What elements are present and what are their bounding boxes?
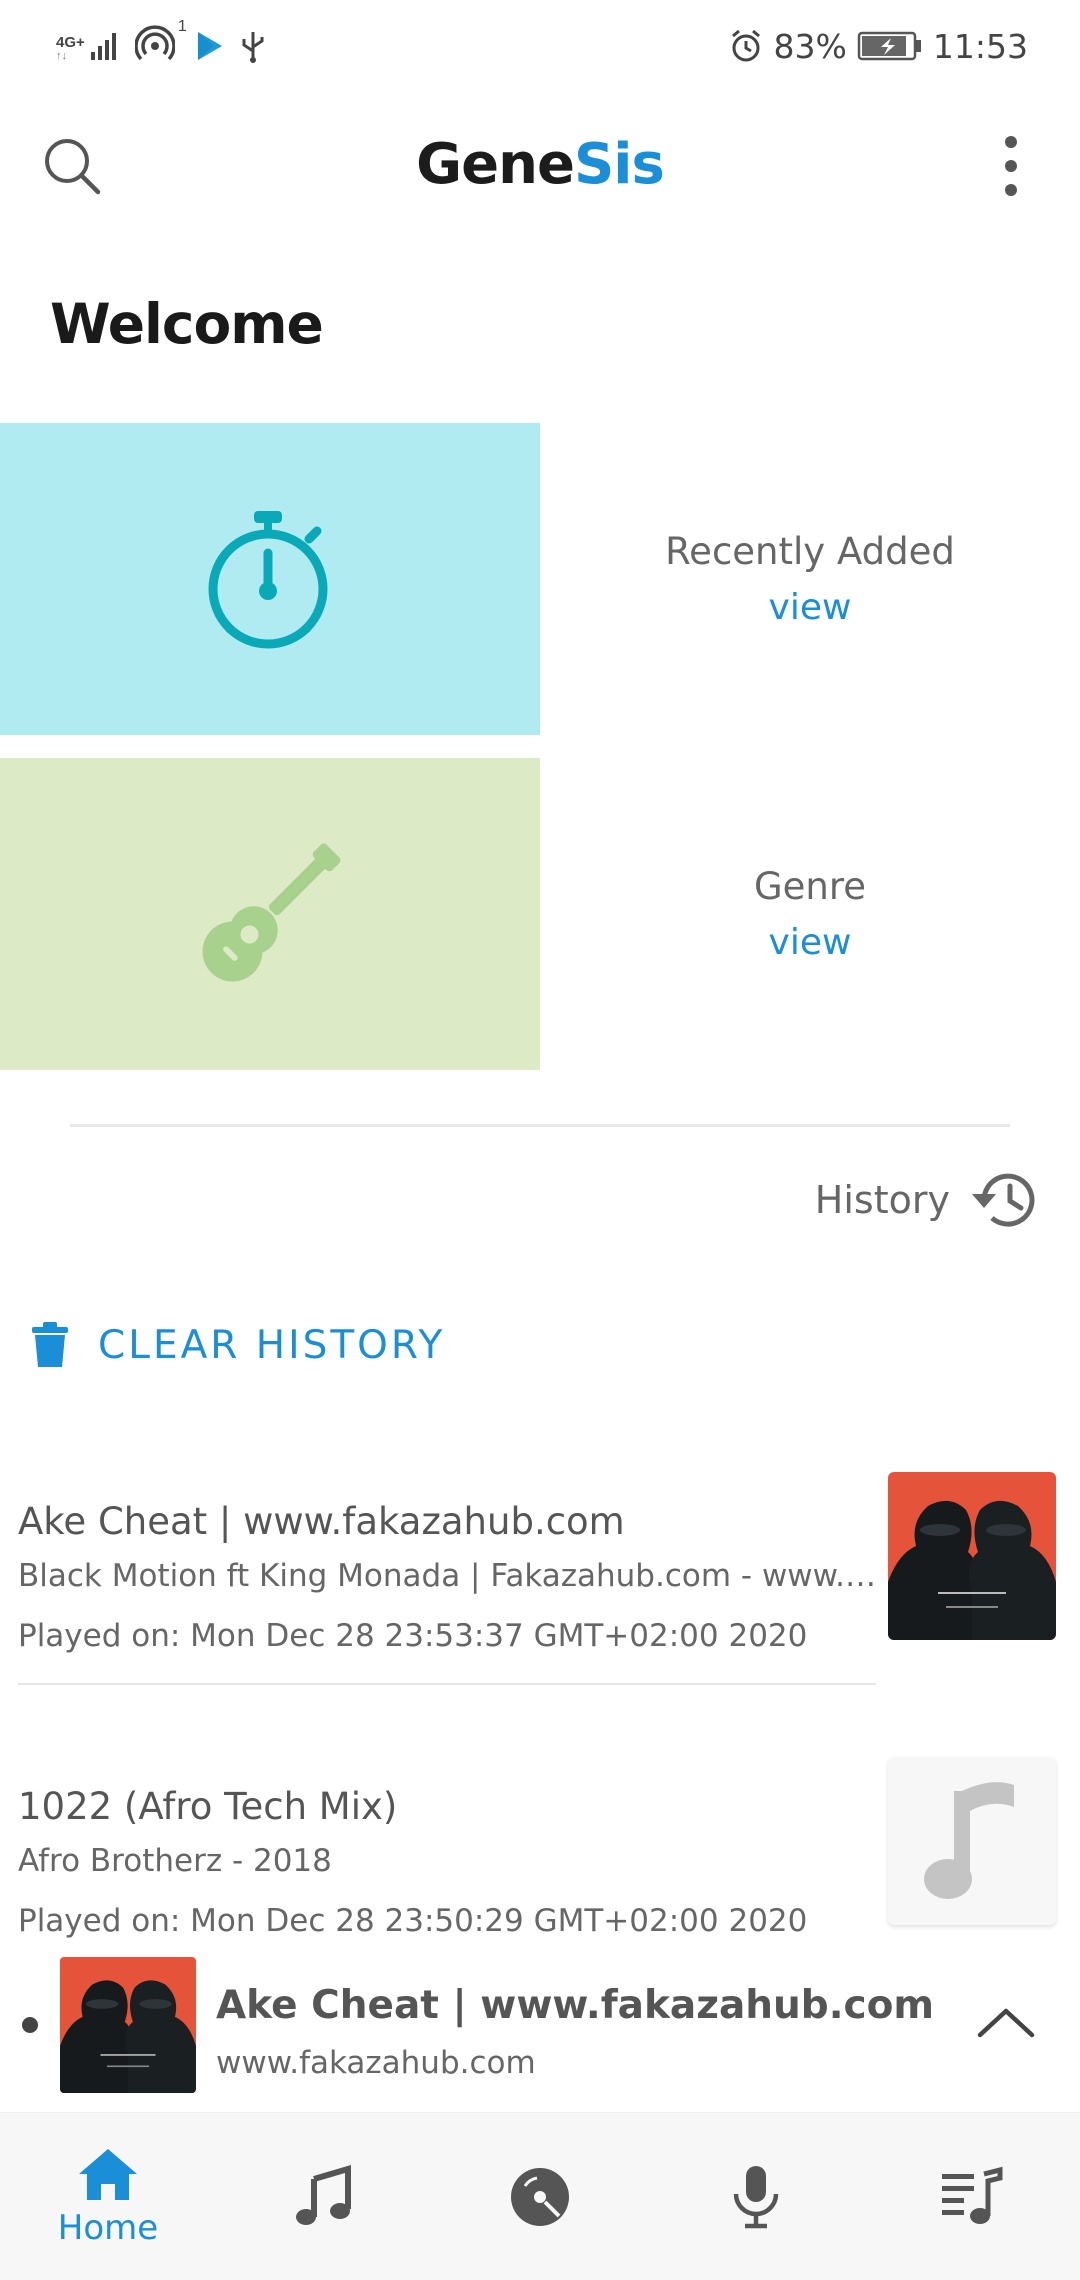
nav-home[interactable]: Home: [0, 2113, 216, 2280]
battery-icon: [857, 31, 921, 61]
more-vert-icon: [1005, 136, 1017, 196]
microphone-icon: [733, 2166, 779, 2229]
album-art-placeholder: [888, 1757, 1056, 1925]
usb-icon: [242, 32, 264, 63]
signal-icon: [90, 33, 116, 60]
mini-player[interactable]: Ake Cheat | www.fakazahub.com www.fakaza…: [0, 1945, 1080, 2105]
trash-icon: [32, 1322, 68, 1367]
playlist-icon: [942, 2166, 1003, 2224]
play-store-icon: [197, 32, 222, 60]
list-divider: [18, 1683, 876, 1685]
history-item-subtitle: Black Motion ft King Monada | Fakazahub.…: [18, 1558, 878, 1594]
mini-player-art: [60, 1957, 196, 2093]
chevron-up-icon: [977, 2008, 1035, 2038]
alarm-icon: [731, 29, 760, 62]
stopwatch-icon: [208, 511, 328, 649]
genre-view-link[interactable]: view: [769, 922, 852, 963]
app-bar: GeneSis: [0, 100, 1080, 230]
network-type: 4G+: [56, 34, 85, 51]
guitar-icon: [202, 843, 341, 982]
music-note-icon: [924, 1782, 1014, 1899]
history-item-subtitle: Afro Brotherz - 2018: [18, 1843, 332, 1879]
hotspot-indicator: 1: [134, 18, 187, 69]
recently-added-card[interactable]: Recently Added view: [0, 423, 1080, 735]
playback-indicator: [22, 2017, 38, 2033]
clear-history-label: CLEAR HISTORY: [98, 1322, 446, 1368]
genre-card[interactable]: Genre view: [0, 758, 1080, 1070]
now-playing-subtitle: www.fakazahub.com: [216, 2045, 536, 2081]
section-divider: [70, 1124, 1010, 1127]
recently-added-info: Recently Added view: [540, 423, 1080, 735]
app-title-part2: Sis: [573, 132, 665, 197]
history-item-title: 1022 (Afro Tech Mix): [18, 1785, 398, 1828]
welcome-heading: Welcome: [50, 292, 324, 356]
app-title: GeneSis: [0, 132, 1080, 197]
nav-songs[interactable]: [216, 2113, 432, 2280]
recently-added-view-link[interactable]: view: [769, 587, 852, 628]
status-bar: 4G+ ↑↓ 1 83% 11:53: [0, 0, 1080, 92]
network-indicator: 4G+ ↑↓: [56, 30, 121, 62]
hotspot-icon: [134, 24, 176, 60]
expand-player-button[interactable]: [968, 1985, 1044, 2061]
more-options-button[interactable]: [986, 130, 1036, 202]
recently-added-label: Recently Added: [665, 530, 955, 573]
history-item-played: Played on: Mon Dec 28 23:50:29 GMT+02:00…: [18, 1903, 808, 1939]
now-playing-title: Ake Cheat | www.fakazahub.com: [216, 1983, 935, 2028]
bottom-navigation: Home: [0, 2112, 1080, 2280]
history-item-played: Played on: Mon Dec 28 23:53:37 GMT+02:00…: [18, 1618, 808, 1654]
nav-albums[interactable]: [432, 2113, 648, 2280]
app-title-part1: Gene: [416, 132, 575, 197]
hotspot-count: 1: [177, 17, 187, 35]
clear-history-button[interactable]: CLEAR HISTORY: [30, 1310, 445, 1380]
history-item[interactable]: Ake Cheat | www.fakazahub.com Black Moti…: [0, 1472, 1080, 1730]
music-note-icon: [296, 2165, 351, 2225]
history-label: History: [814, 1178, 950, 1222]
nav-home-label: Home: [57, 2208, 159, 2248]
home-icon: [79, 2149, 137, 2200]
battery-percent: 83%: [773, 26, 847, 66]
nav-playlists[interactable]: [864, 2113, 1080, 2280]
history-header: History: [815, 1162, 1040, 1238]
history-icon: [972, 1173, 1035, 1227]
history-item-title: Ake Cheat | www.fakazahub.com: [18, 1500, 625, 1543]
album-art-black-motion: [60, 1957, 196, 2093]
genre-info: Genre view: [540, 758, 1080, 1070]
clock: 11:53: [932, 26, 1028, 66]
recently-added-tile[interactable]: [0, 423, 540, 735]
album-icon: [511, 2168, 569, 2226]
nav-artists[interactable]: [648, 2113, 864, 2280]
album-art: [888, 1472, 1056, 1640]
genre-tile[interactable]: [0, 758, 540, 1070]
genre-label: Genre: [753, 865, 867, 908]
album-art-black-motion: [888, 1472, 1056, 1640]
